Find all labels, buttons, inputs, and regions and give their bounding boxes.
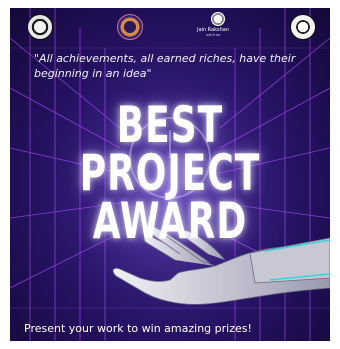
logo-emblem-3: [211, 12, 225, 26]
footer-text: Present your work to win amazing prizes!: [24, 322, 252, 335]
award-poster: Jain Rakshan ऊर्जा के साथ "All achieveme…: [10, 8, 330, 341]
title-line-3: AWARD: [92, 193, 248, 251]
quote-text: "All achievements, all earned riches, ha…: [34, 52, 296, 80]
logo-emblem-1: [27, 14, 53, 40]
logo-emblem-4: [290, 14, 316, 40]
logo-3-subtext: ऊर्जा के साथ: [206, 33, 221, 37]
logo-emblem-2: [117, 14, 143, 40]
